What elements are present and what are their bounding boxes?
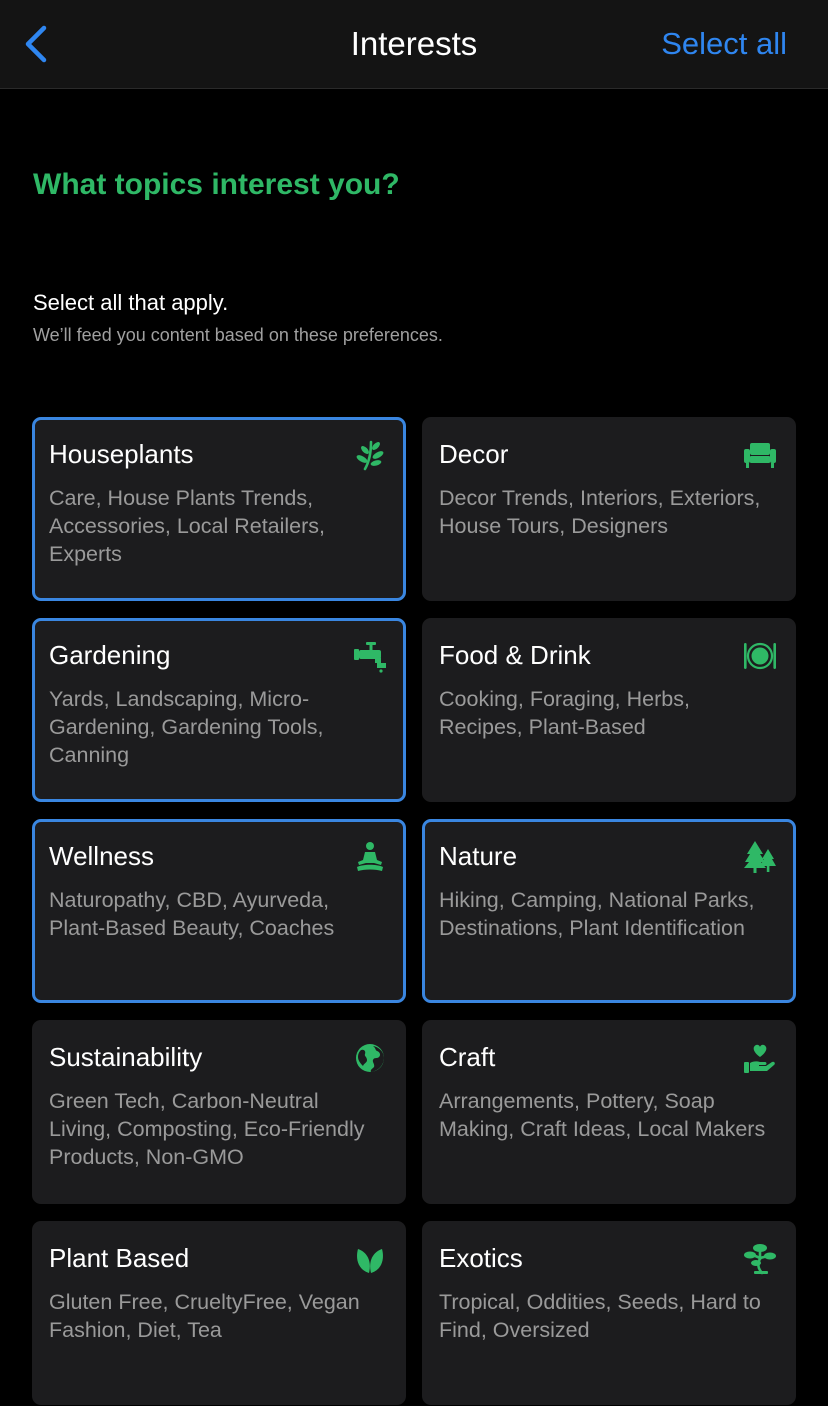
- trees-icon: [743, 840, 777, 874]
- faucet-icon: [353, 639, 387, 673]
- nav-bar: Interests Select all: [0, 0, 828, 89]
- topic-description: Naturopathy, CBD, Ayurveda, Plant-Based …: [49, 888, 335, 940]
- topic-card-wellness[interactable]: Wellness Naturopathy, CBD, Ayurveda, Pla…: [32, 819, 406, 1003]
- topic-title: Exotics: [439, 1243, 523, 1273]
- topic-description: Tropical, Oddities, Seeds, Hard to Find,…: [439, 1290, 761, 1342]
- couch-icon: [743, 438, 777, 472]
- topic-description: Decor Trends, Interiors, Exteriors, Hous…: [439, 486, 761, 538]
- chevron-left-icon: [25, 25, 47, 63]
- bonsai-icon: [743, 1242, 777, 1276]
- back-button[interactable]: [18, 22, 58, 66]
- topic-description: Care, House Plants Trends, Accessories, …: [49, 486, 326, 566]
- meditation-icon: [353, 840, 387, 874]
- hand-heart-icon: [743, 1041, 777, 1075]
- seedling-icon: [353, 438, 387, 472]
- topic-title: Gardening: [49, 640, 171, 670]
- topic-card-craft[interactable]: Craft Arrangements, Pottery, Soap Making…: [422, 1020, 796, 1204]
- topic-title: Houseplants: [49, 439, 194, 469]
- topic-title: Food & Drink: [439, 640, 591, 670]
- topic-title: Wellness: [49, 841, 155, 871]
- topic-description: Arrangements, Pottery, Soap Making, Craf…: [439, 1089, 766, 1141]
- topic-card-plant-based[interactable]: Plant Based Gluten Free, CrueltyFree, Ve…: [32, 1221, 406, 1405]
- topic-card-nature[interactable]: Nature Hiking, Camping, National Parks, …: [422, 819, 796, 1003]
- plate-utensils-icon: [743, 639, 777, 673]
- topic-title: Nature: [439, 841, 518, 871]
- topic-card-decor[interactable]: Decor Decor Trends, Interiors, Exteriors…: [422, 417, 796, 601]
- topic-description: Green Tech, Carbon-Neutral Living, Compo…: [49, 1089, 365, 1169]
- topics-grid: Houseplants Care, House Plants Trends, A…: [32, 417, 796, 1405]
- topic-card-sustainability[interactable]: Sustainability Green Tech, Carbon-Neutra…: [32, 1020, 406, 1204]
- topic-description: Hiking, Camping, National Parks, Destina…: [439, 888, 755, 940]
- select-all-button[interactable]: Select all: [661, 0, 787, 88]
- topic-description: Cooking, Foraging, Herbs, Recipes, Plant…: [439, 687, 690, 739]
- leaves-icon: [353, 1242, 387, 1276]
- topic-title: Plant Based: [49, 1243, 190, 1273]
- topic-title: Sustainability: [49, 1042, 203, 1072]
- topic-title: Decor: [439, 439, 509, 469]
- globe-icon: [353, 1041, 387, 1075]
- section-heading: What topics interest you?: [33, 168, 400, 201]
- topic-title: Craft: [439, 1042, 496, 1072]
- topic-card-gardening[interactable]: Gardening Yards, Landscaping, Micro-Gard…: [32, 618, 406, 802]
- instruction-subtext: We’ll feed you content based on these pr…: [33, 325, 443, 345]
- topic-description: Yards, Landscaping, Micro-Gardening, Gar…: [49, 687, 324, 767]
- topic-description: Gluten Free, CrueltyFree, Vegan Fashion,…: [49, 1290, 360, 1342]
- instruction-text: Select all that apply.: [33, 290, 229, 315]
- topic-card-houseplants[interactable]: Houseplants Care, House Plants Trends, A…: [32, 417, 406, 601]
- topic-card-exotics[interactable]: Exotics Tropical, Oddities, Seeds, Hard …: [422, 1221, 796, 1405]
- topic-card-food-drink[interactable]: Food & Drink Cooking, Foraging, Herbs, R…: [422, 618, 796, 802]
